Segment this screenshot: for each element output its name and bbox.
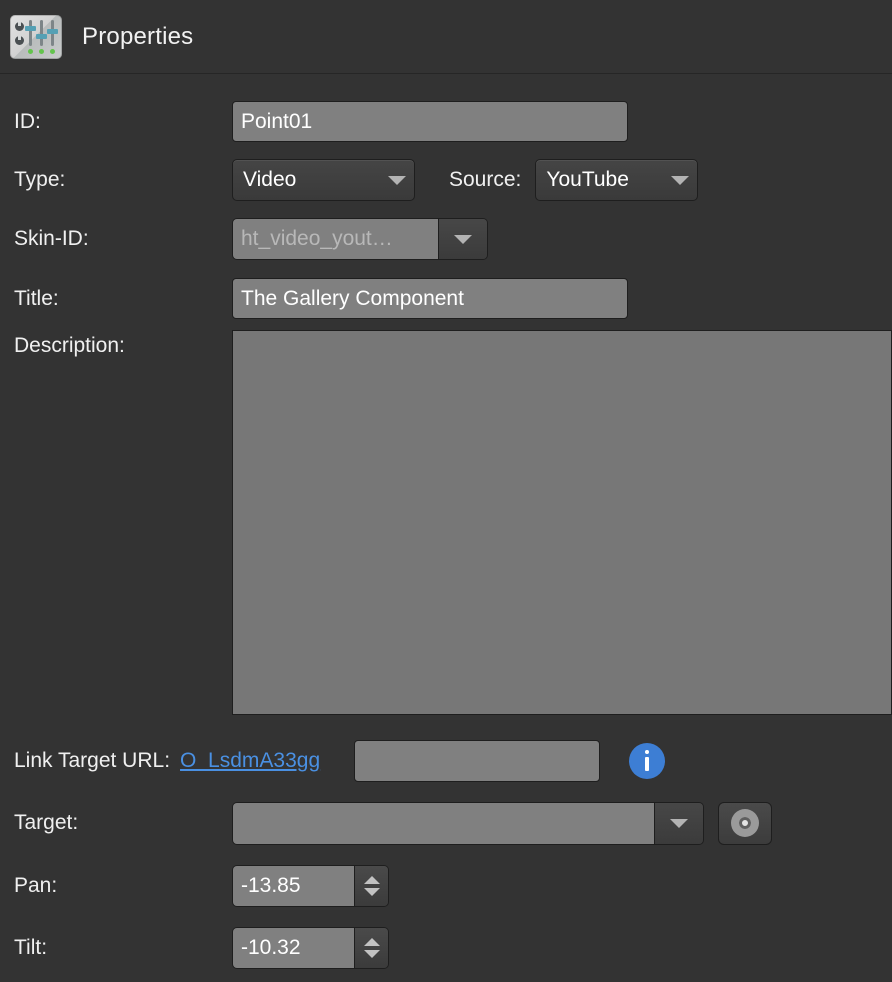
arrow-down-icon[interactable] <box>364 950 380 958</box>
pan-stepper-buttons[interactable] <box>354 866 388 906</box>
tilt-stepper-buttons[interactable] <box>354 928 388 968</box>
row-tilt: Tilt: -10.32 <box>0 925 892 971</box>
row-skin-id: Skin-ID: ht_video_yout… <box>0 215 892 263</box>
target-donut-icon <box>731 809 759 837</box>
target-label: Target: <box>14 811 232 835</box>
row-id: ID: Point01 <box>0 98 892 145</box>
tilt-stepper[interactable]: -10.32 <box>232 927 389 969</box>
pan-input[interactable]: -13.85 <box>233 866 354 906</box>
target-dropdown-button[interactable] <box>654 803 703 844</box>
panel-titlebar: Properties <box>0 0 892 74</box>
row-title: Title: The Gallery Component <box>0 275 892 322</box>
info-icon[interactable] <box>629 743 665 779</box>
source-label: Source: <box>449 168 521 192</box>
row-pan: Pan: -13.85 <box>0 863 892 909</box>
source-value: YouTube <box>546 168 659 192</box>
link-target-url-link[interactable]: O_LsdmA33gg <box>180 749 320 773</box>
link-target-url-input[interactable] <box>354 740 600 782</box>
skin-id-input: ht_video_yout… <box>233 219 438 259</box>
skin-id-label: Skin-ID: <box>14 227 232 251</box>
chevron-down-icon <box>388 176 406 185</box>
id-input[interactable]: Point01 <box>232 101 628 142</box>
tilt-input[interactable]: -10.32 <box>233 928 354 968</box>
target-combobox[interactable] <box>232 802 704 845</box>
arrow-up-icon[interactable] <box>364 876 380 884</box>
title-input[interactable]: The Gallery Component <box>232 278 628 319</box>
row-description: Description: <box>0 334 892 715</box>
properties-form: ID: Point01 Type: Video Source: YouTube … <box>0 98 892 971</box>
description-textarea[interactable] <box>232 330 892 715</box>
id-label: ID: <box>14 110 232 134</box>
tilt-label: Tilt: <box>14 936 232 960</box>
chevron-down-icon <box>670 819 688 828</box>
arrow-down-icon[interactable] <box>364 888 380 896</box>
skin-id-dropdown-button[interactable] <box>438 219 487 259</box>
type-value: Video <box>243 168 376 192</box>
target-input[interactable] <box>233 803 654 844</box>
chevron-down-icon <box>671 176 689 185</box>
chevron-down-icon <box>454 235 472 244</box>
skin-id-combobox[interactable]: ht_video_yout… <box>232 218 488 260</box>
title-label: Title: <box>14 287 232 311</box>
target-pick-button[interactable] <box>718 802 772 845</box>
source-dropdown[interactable]: YouTube <box>535 159 698 201</box>
row-link-target-url: Link Target URL: O_LsdmA33gg <box>0 739 892 783</box>
pan-label: Pan: <box>14 874 232 898</box>
panel-title: Properties <box>82 23 193 51</box>
link-target-url-label: Link Target URL: <box>14 749 170 773</box>
pan-stepper[interactable]: -13.85 <box>232 865 389 907</box>
row-target: Target: <box>0 799 892 847</box>
description-label: Description: <box>14 334 232 358</box>
arrow-up-icon[interactable] <box>364 938 380 946</box>
mixer-sliders-icon <box>10 15 62 59</box>
type-label: Type: <box>14 168 232 192</box>
row-type: Type: Video Source: YouTube <box>0 156 892 204</box>
type-dropdown[interactable]: Video <box>232 159 415 201</box>
